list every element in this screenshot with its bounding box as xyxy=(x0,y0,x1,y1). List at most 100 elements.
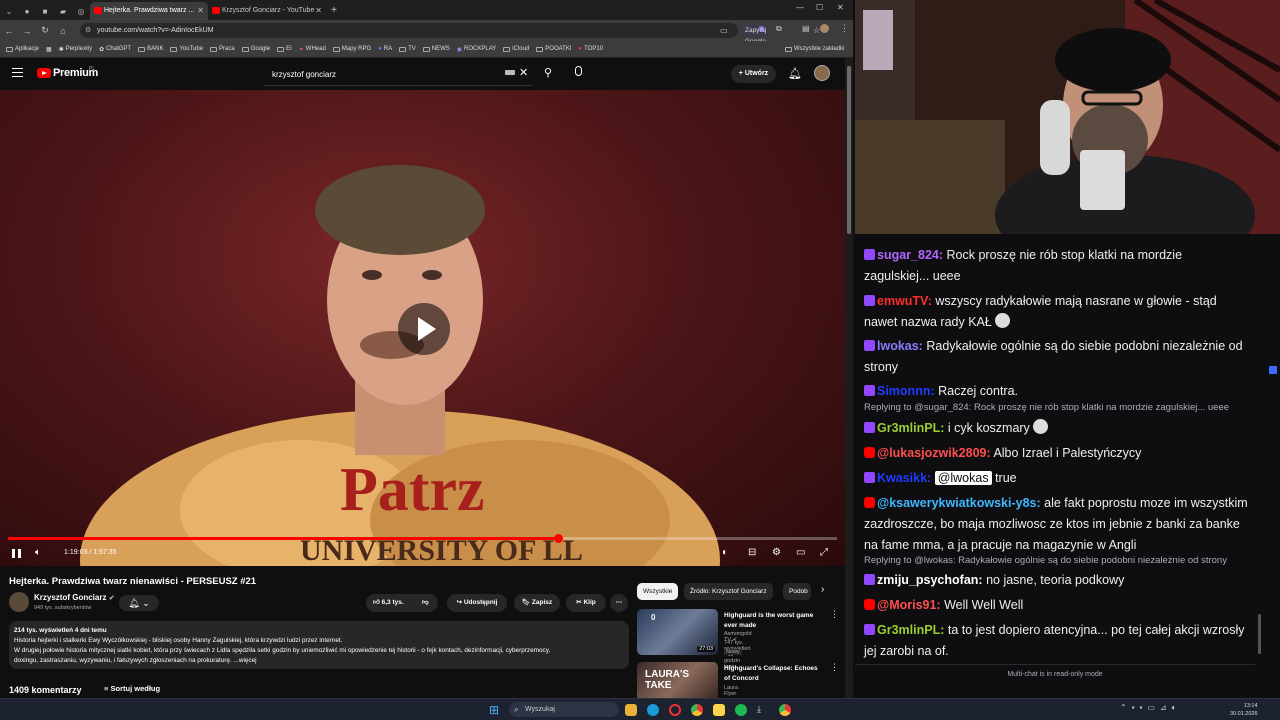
scrollbar-thumb[interactable] xyxy=(1258,614,1261,654)
bookmark-folder[interactable]: TV xyxy=(399,46,416,52)
bookmark-item[interactable]: ✱ Perplexity xyxy=(59,46,92,53)
youtube-logo-icon[interactable] xyxy=(37,68,51,78)
minimize-icon[interactable]: — xyxy=(796,3,804,12)
create-button[interactable]: + Utwórz xyxy=(731,65,776,83)
like-button[interactable]: 👍︎ 6,3 tys. xyxy=(373,599,404,606)
chat-username[interactable]: Simonnn: xyxy=(877,384,935,398)
install-icon[interactable]: ▭ xyxy=(720,23,728,38)
ask-google-button[interactable]: Zapytaj Google xyxy=(740,25,772,45)
channel-name[interactable]: Krzysztof Gonciarz ✔ xyxy=(34,593,115,602)
bookmark-item[interactable]: ▦ xyxy=(46,46,52,53)
side-indicator-icon[interactable] xyxy=(1269,366,1277,374)
new-tab-button[interactable]: + xyxy=(326,2,342,20)
reload-icon[interactable]: ↻ xyxy=(36,25,54,36)
bookmark-item[interactable]: Aplikacje xyxy=(6,46,39,52)
tab-search-icon[interactable]: ⌄ xyxy=(0,2,18,20)
tab-channel[interactable]: Krzysztof Gonciarz - YouTube ✕ xyxy=(208,2,326,20)
chat-username[interactable]: @lukasjozwik2809: xyxy=(877,446,991,460)
subscribed-notification-button[interactable]: 🔔︎ ⌄ xyxy=(119,595,159,611)
pinned-tab-icon[interactable]: ● xyxy=(18,2,36,20)
extension-icon[interactable]: ◉ xyxy=(758,24,765,33)
video-thumbnail[interactable]: 0 27:03 xyxy=(637,609,718,655)
sort-comments-button[interactable]: ≡ Sortuj według xyxy=(104,684,160,693)
system-tray-icons[interactable]: ⌃▪▪▭⊿🔈︎ xyxy=(1120,703,1181,713)
settings-gear-icon[interactable]: ⚙ xyxy=(772,547,781,558)
dislike-button[interactable]: 👎︎ xyxy=(422,594,429,612)
clock[interactable]: 13:14 30.01.2026 xyxy=(1230,702,1258,718)
forward-icon[interactable]: → xyxy=(18,26,36,36)
chat-username[interactable]: zmiju_psychofan: xyxy=(877,573,983,587)
extensions-icon[interactable]: ⧉ xyxy=(776,24,782,34)
fullscreen-icon[interactable]: ⤢ xyxy=(820,547,828,558)
all-bookmarks-folder[interactable]: Wszystkie zakładki xyxy=(785,46,844,52)
chat-username[interactable]: sugar_824: xyxy=(877,248,943,262)
chat-username[interactable]: Gr3mlinPL: xyxy=(877,421,944,435)
bookmark-folder[interactable]: YouTube xyxy=(170,46,203,52)
spotify-icon[interactable] xyxy=(735,704,747,716)
bookmark-folder[interactable]: Praca xyxy=(210,46,235,52)
chat-username[interactable]: @Moris91: xyxy=(877,598,941,612)
maximize-icon[interactable]: ☐ xyxy=(816,3,823,12)
tab-video[interactable]: Hejterka. Prawdziwa twarz ... ✕ xyxy=(90,2,208,20)
edge-icon[interactable] xyxy=(647,704,659,716)
chat-mention[interactable]: @lwokas xyxy=(934,471,992,485)
notifications-bell-icon[interactable]: 🔔︎ xyxy=(788,67,802,80)
close-tab-icon[interactable]: ✕ xyxy=(197,2,204,20)
taskbar-search[interactable]: Wyszukaj xyxy=(509,702,619,717)
chrome-icon[interactable] xyxy=(779,704,791,716)
chat-scrollbar[interactable] xyxy=(1258,234,1262,654)
windows-start-icon[interactable]: ⊞ xyxy=(489,703,499,717)
sidepanel-icon[interactable]: ▤ xyxy=(802,24,810,33)
bookmark-folder[interactable]: BANK xyxy=(138,46,163,52)
bookmark-folder[interactable]: POOATKI xyxy=(536,46,572,52)
opera-icon[interactable] xyxy=(669,704,681,716)
pinned-tab-icon[interactable]: ■ xyxy=(36,2,54,20)
close-tab-icon[interactable]: ✕ xyxy=(315,2,322,20)
file-explorer-icon[interactable] xyxy=(625,704,637,716)
site-info-icon[interactable]: ⚙ xyxy=(85,23,91,38)
sticky-notes-icon[interactable] xyxy=(713,704,725,716)
chip-similar[interactable]: Podob xyxy=(783,583,811,600)
address-bar[interactable]: ⚙ youtube.com/watch?v=-AdinIocEkUM Zapyt… xyxy=(80,23,820,45)
bookmark-item[interactable]: ● TOP10 xyxy=(579,46,604,52)
account-avatar[interactable] xyxy=(814,65,830,81)
autoplay-toggle-icon[interactable]: ◐ xyxy=(722,547,728,558)
chevron-right-icon[interactable]: › xyxy=(821,584,824,595)
chip-source-channel[interactable]: Źródło: Krzysztof Gonciarz xyxy=(684,583,773,600)
chat-username[interactable]: @ksawerykwiatkowski-y8s: xyxy=(877,496,1041,510)
download-icon[interactable]: ⤓ xyxy=(757,704,769,716)
bookmark-folder[interactable]: Google xyxy=(241,46,270,52)
clip-button[interactable]: ✂ Klip xyxy=(566,594,606,612)
pinned-tab-icon[interactable]: ▰ xyxy=(54,2,72,20)
scrollbar-thumb[interactable] xyxy=(847,66,851,234)
save-button[interactable]: 🔖︎ Zapisz xyxy=(514,594,560,612)
chip-all[interactable]: Wszystkie xyxy=(637,583,679,600)
search-button[interactable]: ⚲ xyxy=(538,63,558,83)
video-player[interactable]: Patrz UNIVERSITY OF LL 🔈︎ 1:19:03 / 1:57… xyxy=(0,90,845,566)
bookmark-folder[interactable]: EI xyxy=(277,46,292,52)
chat-username[interactable]: lwokas: xyxy=(877,339,923,353)
more-actions-button[interactable]: ⋯ xyxy=(610,594,628,612)
bookmark-item[interactable]: ✦ WHead xyxy=(299,46,326,53)
bookmark-folder[interactable]: Mapy RPG xyxy=(332,46,371,52)
clear-search-icon[interactable]: ✕ xyxy=(519,66,528,79)
volume-icon[interactable]: 🔈︎ xyxy=(35,547,41,558)
close-window-icon[interactable]: ✕ xyxy=(837,3,844,12)
chrome-icon[interactable] xyxy=(691,704,703,716)
bookmark-item[interactable]: ◉ ROCKPLAY xyxy=(457,46,496,53)
description-box[interactable]: 214 tys. wyświetleń 4 dni temu Historia … xyxy=(9,621,629,669)
chat-username[interactable]: emwuTV: xyxy=(877,294,932,308)
subtitles-icon[interactable]: ⊟ xyxy=(748,547,756,558)
video-thumbnail[interactable]: LAURA'S TAKE xyxy=(637,662,718,698)
browser-menu-icon[interactable]: ⋮ xyxy=(840,23,849,34)
page-scrollbar[interactable] xyxy=(845,58,853,698)
bookmark-folder[interactable]: NEWS xyxy=(422,46,450,52)
more-vert-icon[interactable]: ⋮ xyxy=(830,609,839,620)
microphone-icon[interactable] xyxy=(575,66,582,76)
search-input[interactable]: krzysztof gonciarz xyxy=(263,63,533,86)
bookmark-item[interactable]: ● RA xyxy=(378,46,392,52)
theater-mode-icon[interactable]: ▭ xyxy=(796,547,805,558)
profile-avatar[interactable] xyxy=(820,24,829,33)
bookmark-item[interactable]: ✿ ChatGPT xyxy=(99,46,131,53)
back-icon[interactable]: ← xyxy=(0,26,18,36)
